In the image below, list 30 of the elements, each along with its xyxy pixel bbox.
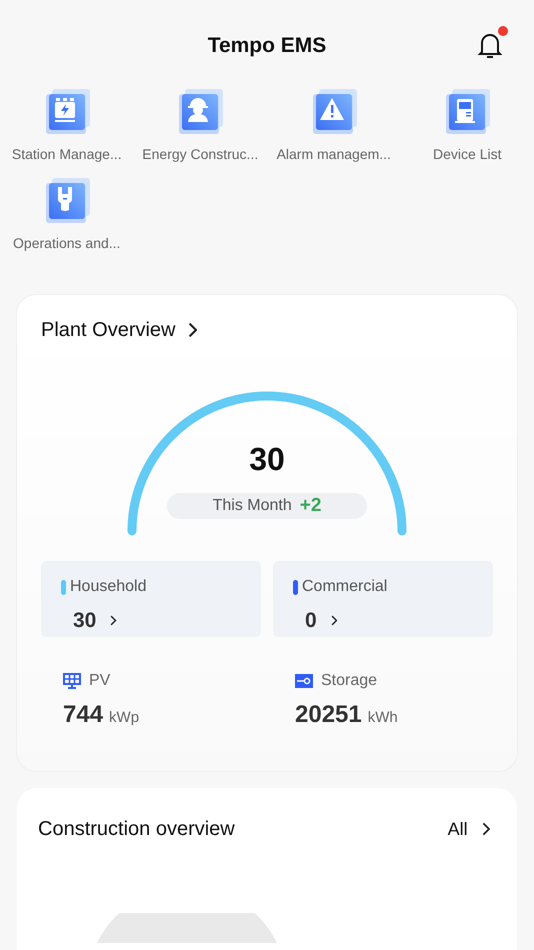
- capacity-label: PV: [89, 671, 110, 691]
- capacity-unit: kWh: [368, 708, 398, 728]
- chevron-right-icon: [188, 322, 198, 338]
- all-link[interactable]: All: [448, 816, 490, 842]
- shortcut-tile[interactable]: Station Manage...: [0, 88, 134, 165]
- category-label: Commercial: [302, 577, 388, 597]
- shortcut-tile[interactable]: Operations and...: [0, 177, 134, 254]
- chevron-right-icon: [110, 615, 117, 626]
- solar-panel-icon: [63, 673, 81, 689]
- category-label: Household: [70, 577, 146, 597]
- plant-total: 30: [249, 440, 285, 479]
- capacity-unit: kWp: [109, 708, 140, 728]
- chevron-right-icon: [330, 615, 338, 626]
- construction-title: Construction overview: [38, 817, 235, 842]
- category-card[interactable]: Commercial 0: [273, 561, 493, 637]
- capacity-label: Storage: [321, 671, 378, 691]
- shortcut-tile[interactable]: Device List: [400, 88, 534, 165]
- app-title: Tempo EMS: [208, 33, 326, 60]
- period-change: +2: [300, 494, 322, 518]
- chevron-right-icon: [482, 822, 490, 836]
- shortcut-tile[interactable]: Alarm managem...: [267, 88, 400, 165]
- category-card[interactable]: Household 30: [41, 561, 261, 637]
- category-count: 0: [305, 608, 317, 634]
- shortcut-tile[interactable]: Energy Construc...: [134, 88, 267, 165]
- battery-icon: [295, 673, 313, 689]
- capacity-value: 20251: [295, 700, 362, 730]
- category-count: 30: [73, 608, 96, 634]
- capacity-value: 744: [63, 700, 104, 730]
- period-label: This Month: [212, 496, 292, 516]
- plant-overview-link[interactable]: Plant Overview: [41, 315, 198, 345]
